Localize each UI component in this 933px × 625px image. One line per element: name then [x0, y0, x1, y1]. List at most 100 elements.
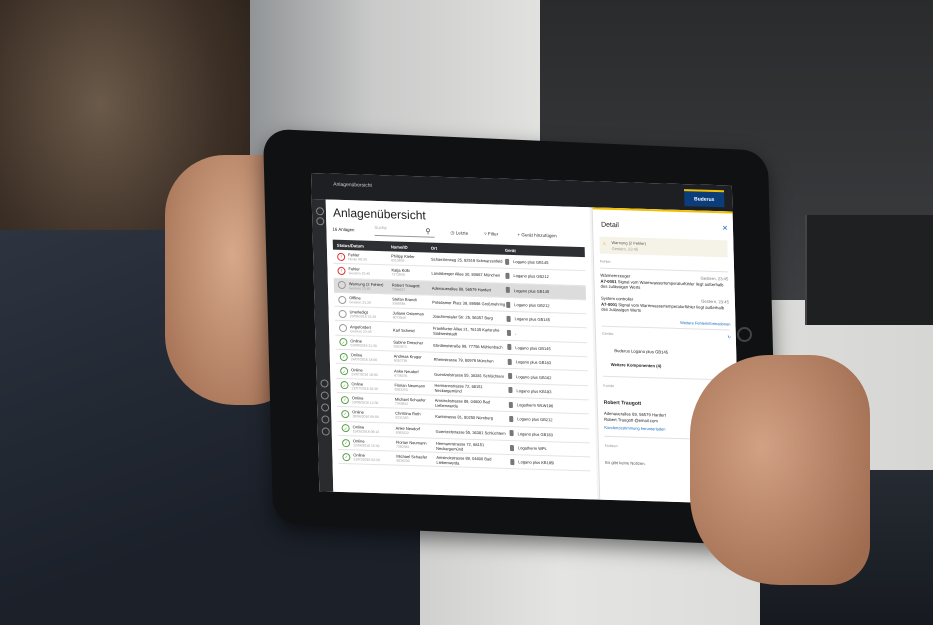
recent-button[interactable]: ◷ Letzte [450, 230, 468, 237]
cell-location: Guentzelstrasse 55, 36381 Schlüchtern [435, 428, 506, 436]
status-text: Online 23/07/2016 18:00 [351, 366, 378, 377]
device-icon [509, 415, 514, 423]
status-icon: ! [337, 252, 346, 261]
plant-table: Status/Datum Name/ID Ort Gerät ! Fehler He… [332, 239, 591, 472]
home-icon[interactable] [315, 207, 325, 216]
cell-device: Logano plus GB183 [507, 358, 588, 367]
cell-status: ✓ Online 24/07/2016 18:00 [336, 352, 394, 363]
tablet-screen: Anlagenübersicht Buderus Anlagenübersich… [311, 173, 741, 504]
cell-name: Florian Neumann 7382382 [395, 439, 427, 450]
warning-icon: ⚠ [602, 240, 607, 246]
section-fehler: Fehler [599, 259, 611, 264]
device-name: Buderus Logano plus GB145 [614, 348, 669, 355]
cell-location: Amsinckstrasse 89, 04600 Bad Liebenwerda [434, 397, 490, 409]
col-status[interactable]: Status/Datum [333, 242, 391, 249]
cell-location: Joachimstaler Str. 25, 56357 Berg [432, 313, 493, 321]
close-icon[interactable]: ✕ [722, 224, 728, 232]
search-icon[interactable]: ⚲ [425, 227, 430, 235]
cell-device: Logatherm WLW196 [508, 401, 589, 410]
topbar-title: Anlagenübersicht [333, 181, 372, 189]
list-icon[interactable] [316, 217, 325, 226]
status-icon: ✓ [340, 395, 349, 404]
col-location[interactable]: Ort [431, 245, 505, 252]
divider [601, 325, 730, 331]
status-icon: ✓ [340, 381, 349, 390]
status-icon [337, 281, 347, 290]
cell-location: Kantstrasse 81, 80250 Nürnberg [435, 414, 494, 421]
status-icon [338, 295, 347, 304]
main-panel: Anlagenübersicht 16 Anlagen Suche ⚲ ◷ Le… [325, 199, 598, 500]
cell-device: Logano plus GB212 [506, 301, 586, 309]
device-icon [508, 401, 513, 408]
status-icon: ✓ [339, 338, 348, 347]
status-icon: ✓ [339, 352, 348, 361]
status-text: Online 12/04/2016 15:30 [352, 438, 380, 449]
cell-name: Stefan Brandt 3366584 [392, 296, 417, 306]
consent-download-link[interactable]: Kundenzustimmung herunterladen [604, 425, 665, 432]
section-geraete: Geräte [601, 331, 614, 337]
cell-device: Logano plus GB145 [507, 344, 587, 352]
cell-name: Anke Neudorf 6382022 [395, 425, 421, 435]
col-device[interactable]: Gerät [505, 247, 585, 254]
divider [600, 267, 729, 273]
cell-device: Logano plus GB212 [505, 272, 585, 281]
table-body: ! Fehler Heute 08:30 Philipp Kiefer 6313839 S… [332, 249, 591, 472]
cell-location: Frankfurter Allee 21, 76135 Karlsruhe Sü… [432, 325, 500, 337]
cell-status: Angefordert Gestern 23:45 [335, 323, 393, 334]
logout-icon[interactable] [321, 427, 330, 436]
cell-device: Logano plus KB195i [510, 458, 590, 467]
cell-name: Karl Schmid [392, 327, 415, 333]
help-icon[interactable] [321, 403, 330, 412]
status-text: Offline Gestern 21:20 [349, 295, 371, 305]
device-icon [506, 301, 511, 308]
components-toggle[interactable]: Weitere Komponenten (4) [611, 362, 721, 370]
status-icon [338, 324, 348, 333]
status-text: Online 18/06/2016 09:00 [352, 409, 379, 420]
warning-box: Warnung (2 Fehler) Gestern, 23:45 ⚠ [599, 236, 728, 258]
cell-name: Juliane Osterman 8073846 [392, 310, 424, 321]
gear-icon[interactable] [320, 391, 329, 400]
detail-title: Detail [600, 221, 620, 230]
status-text: Online 15/05/2016 08:13 [352, 424, 380, 434]
cell-device: Logano plus GB212 [509, 415, 589, 424]
more-errors-link[interactable]: Weitere Fehlerinformationen [680, 320, 731, 327]
device-icon [505, 258, 510, 265]
device-icon [506, 329, 512, 337]
right-hand [690, 355, 870, 585]
warning-date: Gestern, 23:45 [611, 245, 639, 252]
user-icon[interactable] [321, 415, 330, 424]
col-name[interactable]: Name/ID [391, 244, 431, 250]
warning-text: Warnung (2 Fehler) [611, 239, 647, 246]
cell-status: ✓ Online 21/07/2016 18:30 [336, 381, 394, 392]
cell-location: Schaezlerweg 25, 92519 Schwarzenfeld [431, 256, 503, 264]
cell-device: - [506, 329, 587, 338]
section-kunde: Kunde [603, 383, 615, 389]
cell-name: Michael Schaefer 7343822 [394, 396, 426, 407]
status-text: Online 01/08/2016 21:30 [350, 338, 377, 348]
bell-icon[interactable] [320, 379, 329, 388]
cell-location: Hermannstrasse 72, 68151 Neckargemünd [435, 440, 485, 452]
device-icon [509, 430, 514, 437]
tablet-home-button [737, 327, 752, 342]
cell-device: Logano plus GB145 [505, 287, 586, 295]
cell-location: Rheinstrasse 79, 80979 München [433, 356, 494, 364]
cell-device: Logano plus GB145 [506, 315, 587, 324]
cell-name: Andreas Kruger 6010738 [393, 353, 422, 364]
cell-status: ✓ Online 19/06/2016 12:30 [337, 395, 395, 406]
cell-location: Hermannstrasse 72, 68151 Neckargemünd [434, 383, 483, 394]
device-icon [510, 458, 515, 465]
cell-status: ! Fehler Gestern 23:45 [333, 266, 391, 277]
status-icon: ✓ [341, 424, 350, 433]
cell-device: Logano plus GB145 [505, 258, 585, 266]
filter-label: Filter [487, 231, 499, 237]
status-text: Fehler Heute 08:30 [348, 252, 367, 262]
cell-device: Logano plus KB183 [508, 387, 588, 395]
plant-count: 16 Anlagen [332, 226, 355, 233]
filter-button[interactable]: ▿ Filter [484, 231, 498, 237]
add-device-button[interactable]: + Gerät hinzufügen [517, 232, 556, 238]
background-oven [805, 215, 933, 325]
status-text: Unerledigt 23/09/2016 21:20 [349, 309, 377, 320]
device-icon [508, 372, 513, 380]
cell-name: Michael Schaefer 6636230 [396, 453, 428, 464]
refresh-icon[interactable]: ↻ [727, 334, 730, 339]
